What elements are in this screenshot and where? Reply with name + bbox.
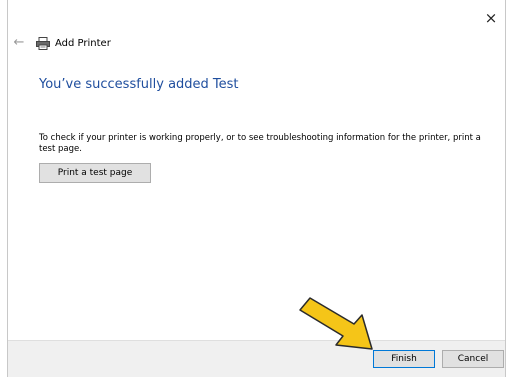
dialog-title: Add Printer [55, 38, 111, 49]
close-icon[interactable]: × [483, 10, 499, 26]
cancel-button[interactable]: Cancel [442, 350, 504, 368]
success-heading: You’ve successfully added Test [39, 77, 239, 92]
printer-icon [36, 37, 50, 50]
dialog-footer: Finish Cancel [8, 340, 505, 377]
finish-button[interactable]: Finish [373, 350, 435, 368]
back-arrow-icon[interactable]: ← [12, 36, 26, 50]
pointer-arrow-icon [299, 297, 373, 350]
add-printer-dialog [7, 0, 506, 377]
print-test-page-button[interactable]: Print a test page [39, 163, 151, 183]
instructions-text: To check if your printer is working prop… [39, 133, 481, 154]
